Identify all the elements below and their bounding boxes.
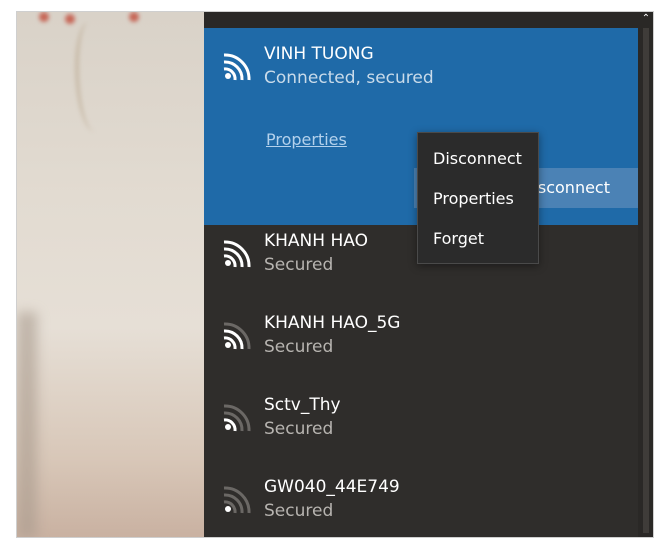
wifi-signal-icon — [223, 404, 251, 432]
menu-item-disconnect[interactable]: Disconnect — [433, 149, 522, 168]
network-status: Secured — [264, 419, 334, 439]
network-ssid: Sctv_Thy — [264, 395, 341, 415]
network-status: Secured — [264, 501, 334, 521]
wifi-flyout-panel: VINH TUONG Connected, secured Properties… — [204, 12, 654, 538]
network-status: Secured — [264, 255, 334, 275]
network-row[interactable]: GW040_44E749 Secured — [204, 477, 638, 538]
wallpaper-flower — [39, 12, 49, 22]
scroll-thumb[interactable] — [643, 28, 649, 533]
network-row[interactable]: KHANH HAO_5G Secured — [204, 313, 638, 395]
wifi-signal-icon — [223, 53, 251, 81]
scrollbar[interactable]: ⌃ — [638, 12, 654, 538]
properties-link[interactable]: Properties — [266, 130, 347, 149]
menu-item-properties[interactable]: Properties — [433, 189, 514, 208]
wifi-signal-icon — [223, 240, 251, 268]
wifi-signal-icon — [223, 486, 251, 514]
network-ssid: KHANH HAO — [264, 231, 368, 251]
menu-item-forget[interactable]: Forget — [433, 229, 484, 248]
network-status: Secured — [264, 337, 334, 357]
network-ssid: GW040_44E749 — [264, 477, 400, 497]
network-ssid: VINH TUONG — [264, 44, 374, 64]
wallpaper-flower — [65, 14, 75, 24]
network-ssid: KHANH HAO_5G — [264, 313, 401, 333]
panel-top-edge — [204, 12, 638, 28]
network-row-connected[interactable]: VINH TUONG Connected, secured — [204, 44, 638, 126]
network-status: Connected, secured — [264, 68, 434, 88]
wallpaper-stem — [75, 22, 109, 132]
network-row[interactable]: Sctv_Thy Secured — [204, 395, 638, 477]
chevron-up-icon[interactable]: ⌃ — [638, 12, 654, 26]
context-menu: Disconnect Properties Forget — [417, 132, 539, 264]
wifi-signal-icon — [223, 322, 251, 350]
wallpaper-shadow — [17, 312, 37, 538]
desktop-wallpaper — [17, 12, 204, 538]
wallpaper-flower — [129, 12, 139, 22]
